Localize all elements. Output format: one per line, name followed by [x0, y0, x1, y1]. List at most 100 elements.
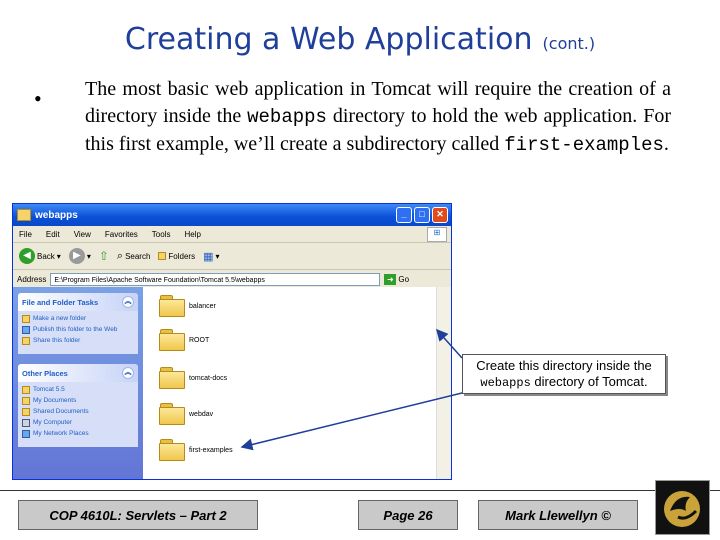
bullet-marker: • [34, 86, 42, 111]
vertical-scrollbar[interactable] [436, 287, 451, 479]
window-title: webapps [35, 209, 78, 221]
go-button[interactable]: ➜ Go [384, 273, 410, 285]
menu-help[interactable]: Help [184, 230, 200, 239]
explorer-window: webapps _ □ ✕ File Edit View Favorites T… [12, 203, 452, 480]
folder-label: webdav [189, 410, 214, 418]
up-folder-icon: ⇧ [98, 249, 109, 263]
forward-button[interactable]: ▶ ▾ [68, 248, 91, 264]
folder-item[interactable]: balancer [159, 295, 216, 317]
place-my-network[interactable]: My Network Places [22, 430, 134, 438]
chevron-down-icon: ▾ [56, 251, 61, 261]
back-arrow-icon: ◀ [19, 248, 35, 264]
share-folder-icon [22, 337, 30, 345]
task-new-folder[interactable]: Make a new folder [22, 315, 134, 323]
maximize-button[interactable]: □ [414, 207, 430, 223]
folder-icon [22, 386, 30, 394]
shared-documents-icon [22, 408, 30, 416]
other-places-header[interactable]: Other Places ︽ [18, 364, 138, 382]
slide-title: Creating a Web Application (cont.) [0, 22, 720, 57]
place-shared-documents[interactable]: Shared Documents [22, 408, 134, 416]
new-folder-icon [22, 315, 30, 323]
task-pane: File and Folder Tasks ︽ Make a new folde… [13, 287, 143, 479]
folder-item[interactable]: ROOT [159, 329, 209, 351]
menu-tools[interactable]: Tools [152, 230, 171, 239]
bullet-text-part-3: . [663, 133, 669, 155]
close-button[interactable]: ✕ [432, 207, 448, 223]
place-label: Shared Documents [33, 408, 89, 415]
callout-line-2: webapps directory of Tomcat. [463, 374, 665, 391]
pegasus-logo-icon [664, 491, 700, 527]
task-label: Publish this folder to the Web [33, 326, 118, 333]
task-label: Share this folder [33, 337, 81, 344]
callout-code: webapps [480, 376, 531, 390]
folder-label: ROOT [189, 336, 210, 344]
folder-item-first-examples[interactable]: first-examples [159, 439, 233, 461]
minimize-button[interactable]: _ [396, 207, 412, 223]
folder-icon [159, 367, 185, 389]
webapps-code: webapps [247, 106, 327, 128]
task-publish-web[interactable]: Publish this folder to the Web [22, 326, 134, 334]
place-my-documents[interactable]: My Documents [22, 397, 134, 405]
folder-item[interactable]: tomcat-docs [159, 367, 227, 389]
views-button[interactable]: ▦ ▾ [203, 250, 219, 263]
folder-label: balancer [189, 302, 216, 310]
place-label: My Network Places [33, 430, 89, 437]
chevron-down-icon: ▾ [86, 251, 91, 261]
slide-title-main: Creating a Web Application [124, 22, 533, 57]
place-tomcat[interactable]: Tomcat 5.5 [22, 386, 134, 394]
file-tasks-title: File and Folder Tasks [22, 297, 99, 307]
place-label: Tomcat 5.5 [33, 386, 65, 393]
folders-button[interactable]: Folders [158, 252, 195, 261]
search-icon: ⌕ [116, 249, 124, 262]
menu-file[interactable]: File [19, 230, 32, 239]
file-tasks-header[interactable]: File and Folder Tasks ︽ [18, 293, 138, 311]
other-places-title: Other Places [22, 368, 68, 378]
my-documents-icon [22, 397, 30, 405]
slide-title-suffix: (cont.) [542, 34, 596, 53]
folder-icon [159, 329, 185, 351]
address-label: Address [17, 274, 47, 284]
address-input[interactable]: E:\Program Files\Apache Software Foundat… [50, 272, 381, 286]
toolbar: ◀ Back ▾ ▶ ▾ ⇧ ⌕ Search Folders ▦ ▾ [13, 243, 451, 270]
file-list: balancer ROOT tomcat-docs webdav first-e… [143, 287, 451, 479]
folders-icon [158, 252, 167, 260]
back-button[interactable]: ◀ Back ▾ [19, 248, 61, 264]
collapse-chevron-icon[interactable]: ︽ [122, 367, 134, 379]
callout-line-2-text: directory of Tomcat. [530, 374, 648, 389]
forward-arrow-icon: ▶ [68, 248, 85, 264]
first-examples-code: first-examples [504, 134, 664, 156]
up-button[interactable]: ⇧ [99, 249, 109, 263]
footer-page: Page 26 [358, 500, 458, 530]
task-share-folder[interactable]: Share this folder [22, 337, 134, 345]
folder-icon [159, 403, 185, 425]
place-label: My Computer [33, 419, 73, 426]
footer-course: COP 4610L: Servlets – Part 2 [18, 500, 258, 530]
network-places-icon [22, 430, 30, 438]
menu-favorites[interactable]: Favorites [105, 230, 138, 239]
folder-label: tomcat-docs [189, 374, 228, 382]
back-label: Back [37, 251, 55, 261]
chevron-down-icon: ▾ [215, 251, 220, 261]
window-titlebar[interactable]: webapps _ □ ✕ [13, 204, 451, 226]
bullet-text: The most basic web application in Tomcat… [85, 76, 671, 159]
collapse-chevron-icon[interactable]: ︽ [122, 296, 134, 308]
views-icon: ▦ [203, 250, 214, 263]
other-places-panel: Other Places ︽ Tomcat 5.5 My Documents S… [18, 364, 138, 447]
menu-edit[interactable]: Edit [46, 230, 60, 239]
task-label: Make a new folder [33, 315, 87, 322]
publish-web-icon [22, 326, 30, 334]
go-label: Go [398, 274, 410, 284]
folder-icon [159, 295, 185, 317]
callout-line-1: Create this directory inside the [476, 358, 652, 373]
folders-label: Folders [168, 251, 196, 261]
go-arrow-icon: ➜ [384, 273, 397, 285]
footer-author: Mark Llewellyn © [478, 500, 638, 530]
folder-icon [17, 209, 31, 221]
search-button[interactable]: ⌕ Search [117, 250, 151, 263]
place-my-computer[interactable]: My Computer [22, 419, 134, 427]
menu-view[interactable]: View [74, 230, 91, 239]
menu-bar: File Edit View Favorites Tools Help ⊞ [13, 226, 451, 243]
folder-item[interactable]: webdav [159, 403, 213, 425]
search-label: Search [125, 251, 151, 261]
file-tasks-panel: File and Folder Tasks ︽ Make a new folde… [18, 293, 138, 354]
